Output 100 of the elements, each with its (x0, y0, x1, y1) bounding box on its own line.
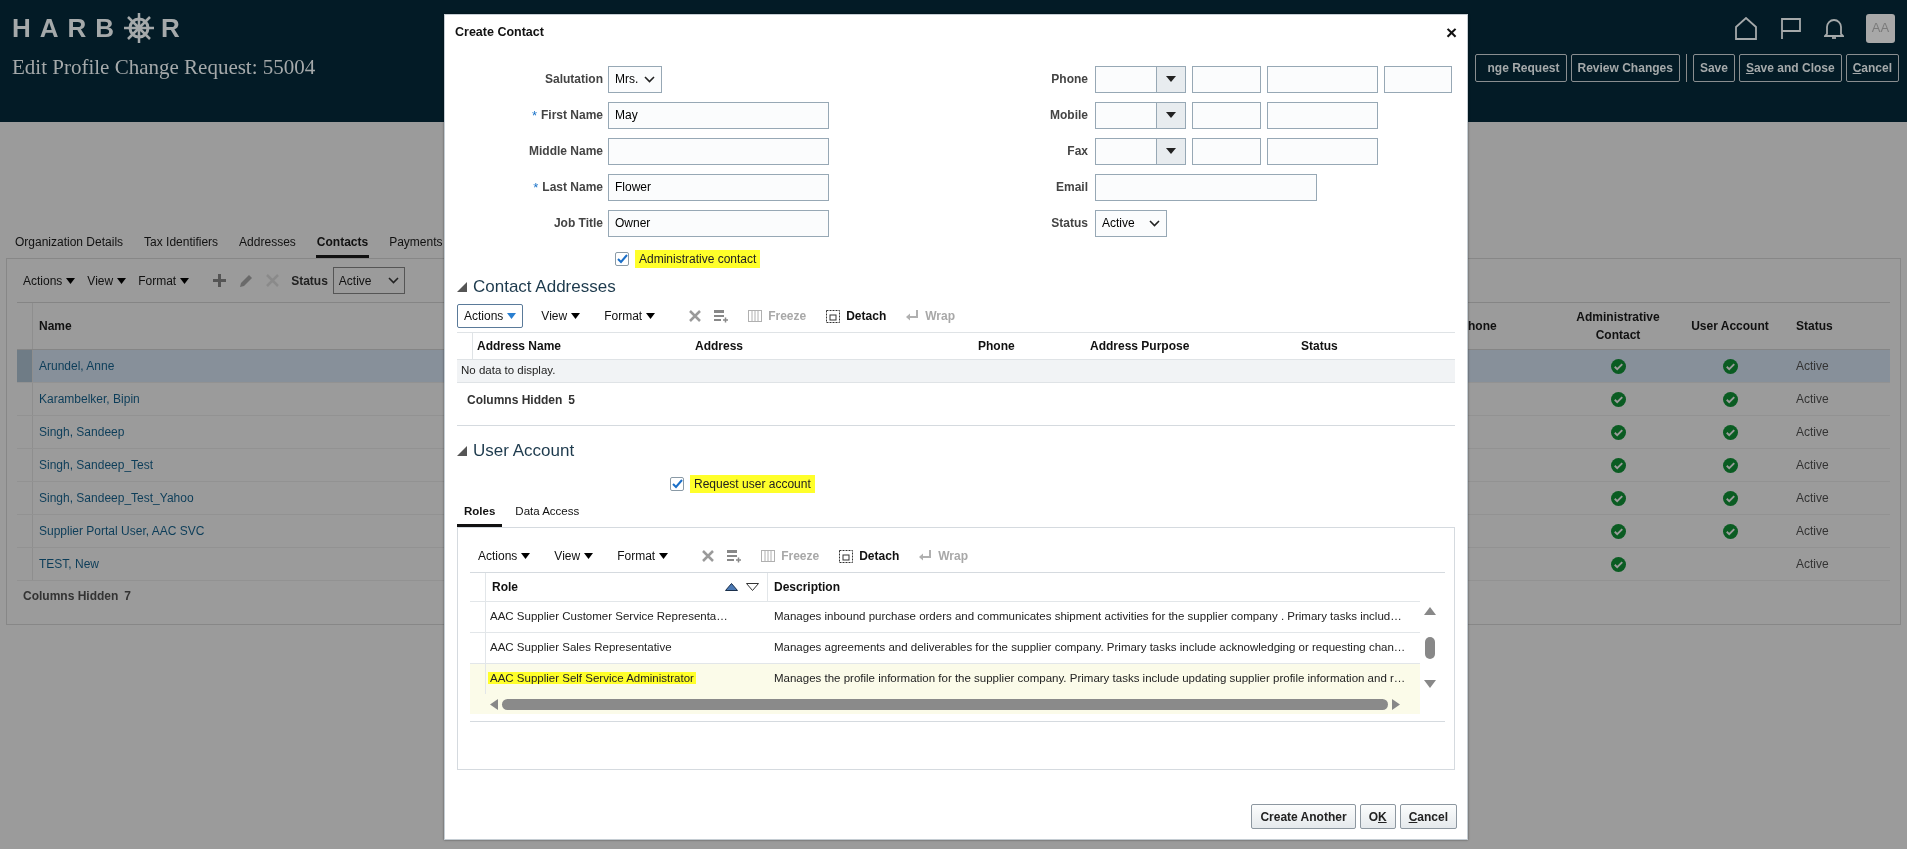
menu-button[interactable]: Actions (472, 544, 537, 568)
scroll-up-icon[interactable] (1424, 607, 1436, 615)
toolbar-button[interactable]: Detach (839, 547, 900, 565)
caret-icon (571, 313, 581, 319)
sort-ascending-icon[interactable] (725, 583, 738, 591)
menu-button[interactable]: Actions (457, 304, 524, 328)
status-text: Active (1796, 556, 1829, 573)
contact-name-link[interactable]: Karambelker, Bipin (39, 390, 140, 408)
notifications-icon[interactable] (1824, 16, 1844, 40)
close-button[interactable]: × (1445, 22, 1457, 42)
delete-icon[interactable] (702, 550, 715, 562)
tab[interactable]: Payments (388, 228, 444, 258)
export-icon[interactable] (726, 548, 742, 564)
menu-button[interactable]: View (548, 544, 600, 568)
dialog-button[interactable]: Create Another (1251, 804, 1356, 829)
contact-name-link[interactable]: Singh, Sandeep_Test_Yahoo (39, 489, 194, 507)
empty-message: No data to display. (461, 363, 556, 379)
input-field[interactable] (1267, 65, 1378, 93)
field-label: Job Title (553, 215, 603, 232)
contact-name-link[interactable]: Singh, Sandeep (39, 423, 125, 441)
scroll-left-icon[interactable] (490, 698, 498, 710)
wrap-arrow-icon (906, 310, 920, 322)
menu-button[interactable]: View (87, 271, 127, 290)
column-header: Address (695, 339, 744, 353)
flag-icon[interactable] (1780, 16, 1802, 40)
input-field[interactable] (1192, 101, 1261, 129)
tab[interactable]: Tax Identifiers (143, 228, 220, 258)
menu-button[interactable]: Actions (23, 271, 76, 290)
input-field[interactable]: May (608, 101, 829, 129)
tab[interactable]: Contacts (315, 228, 370, 258)
column-header: Phone (978, 339, 1015, 353)
tab[interactable]: Organization Details (14, 228, 125, 258)
dialog-button[interactable]: Cancel (1399, 804, 1457, 829)
horizontal-scrollbar[interactable] (470, 694, 1420, 714)
table-row[interactable]: AAC Supplier Self Service Administrator Manages the profile information for the supplier company. Primary tasks include updating supplier profile information and r… (470, 663, 1420, 694)
input-field[interactable] (1192, 65, 1261, 93)
header-button[interactable]: Save and Close (1738, 53, 1842, 82)
contact-name-link[interactable]: Supplier Portal User, AAC SVC (39, 522, 205, 540)
checkbox[interactable] (670, 477, 684, 491)
menu-button[interactable]: Format (138, 271, 190, 290)
tab[interactable]: Roles (457, 499, 503, 527)
scroll-down-icon[interactable] (1424, 680, 1436, 688)
contact-name-link[interactable]: Arundel, Anne (39, 357, 115, 375)
input-field[interactable] (1095, 173, 1317, 201)
header-button[interactable]: nge Request (1474, 53, 1567, 82)
country-code-select[interactable] (1095, 101, 1186, 129)
caret-icon (584, 553, 594, 559)
status-select[interactable]: Active (332, 267, 405, 294)
toolbar-button[interactable]: Detach (826, 307, 887, 325)
input-field[interactable] (1384, 65, 1452, 93)
role-description: Manages inbound purchase orders and communicates shipment activities for the supplier company . Primary tasks includ… (774, 610, 1402, 623)
country-code-select[interactable] (1095, 65, 1186, 93)
header-button[interactable]: Save (1692, 53, 1735, 82)
logo: HARB R (12, 11, 189, 46)
input-field[interactable] (1267, 101, 1378, 129)
header-button[interactable]: Review Changes (1570, 53, 1680, 82)
header-button[interactable]: Cancel (1845, 53, 1899, 82)
export-icon[interactable] (713, 308, 729, 324)
status-text: Active (1796, 457, 1829, 474)
ship-wheel-icon (123, 12, 156, 44)
home-icon[interactable] (1734, 16, 1758, 40)
input-field[interactable] (608, 137, 829, 165)
country-code-select[interactable] (1095, 137, 1186, 165)
columns-hidden-label: Columns Hidden (467, 392, 563, 409)
menu-button[interactable]: View (535, 304, 587, 328)
input-field[interactable]: Owner (608, 209, 829, 237)
scroll-right-icon[interactable] (1392, 698, 1400, 710)
tab[interactable]: Addresses (238, 228, 297, 258)
scrollbar-thumb[interactable] (1425, 636, 1435, 659)
detach-icon (839, 549, 854, 563)
collapse-triangle-icon[interactable] (457, 446, 467, 456)
status-text: Active (1796, 358, 1829, 375)
input-field[interactable] (1267, 137, 1378, 165)
menu-button[interactable]: Format (611, 544, 675, 568)
collapse-triangle-icon[interactable] (457, 282, 467, 292)
delete-icon[interactable] (689, 310, 702, 322)
contact-name-link[interactable]: TEST, New (39, 555, 99, 573)
pencil-icon[interactable] (238, 272, 255, 289)
status-text: Active (1796, 523, 1829, 540)
table-row[interactable]: AAC Supplier Customer Service Representa… Manages inbound purchase orders and communicates shipment activities for the supplier company . Primary tasks includ… (470, 601, 1420, 632)
caret-icon (1166, 76, 1176, 82)
input-field[interactable] (1192, 137, 1261, 165)
dialog-button[interactable]: OK (1359, 804, 1396, 829)
caret-icon (659, 553, 669, 559)
role-name: AAC Supplier Sales Representative (489, 641, 673, 654)
section-heading: User Account (473, 440, 575, 463)
add-icon[interactable] (213, 274, 227, 287)
tab[interactable]: Data Access (508, 499, 587, 527)
input-field[interactable]: Flower (608, 173, 829, 201)
menu-button[interactable]: Format (598, 304, 662, 328)
required-asterisk: * (533, 180, 539, 194)
field-label: Middle Name (529, 143, 603, 160)
sort-descending-icon[interactable] (746, 583, 759, 591)
select-field[interactable]: Active (1095, 209, 1167, 237)
detach-icon (826, 309, 841, 323)
column-header: Name (39, 318, 72, 335)
contact-name-link[interactable]: Singh, Sandeep_Test (39, 456, 154, 474)
field-label: Phone (1050, 71, 1089, 88)
select-field[interactable]: Mrs. (608, 65, 662, 93)
checkbox[interactable] (615, 252, 629, 266)
